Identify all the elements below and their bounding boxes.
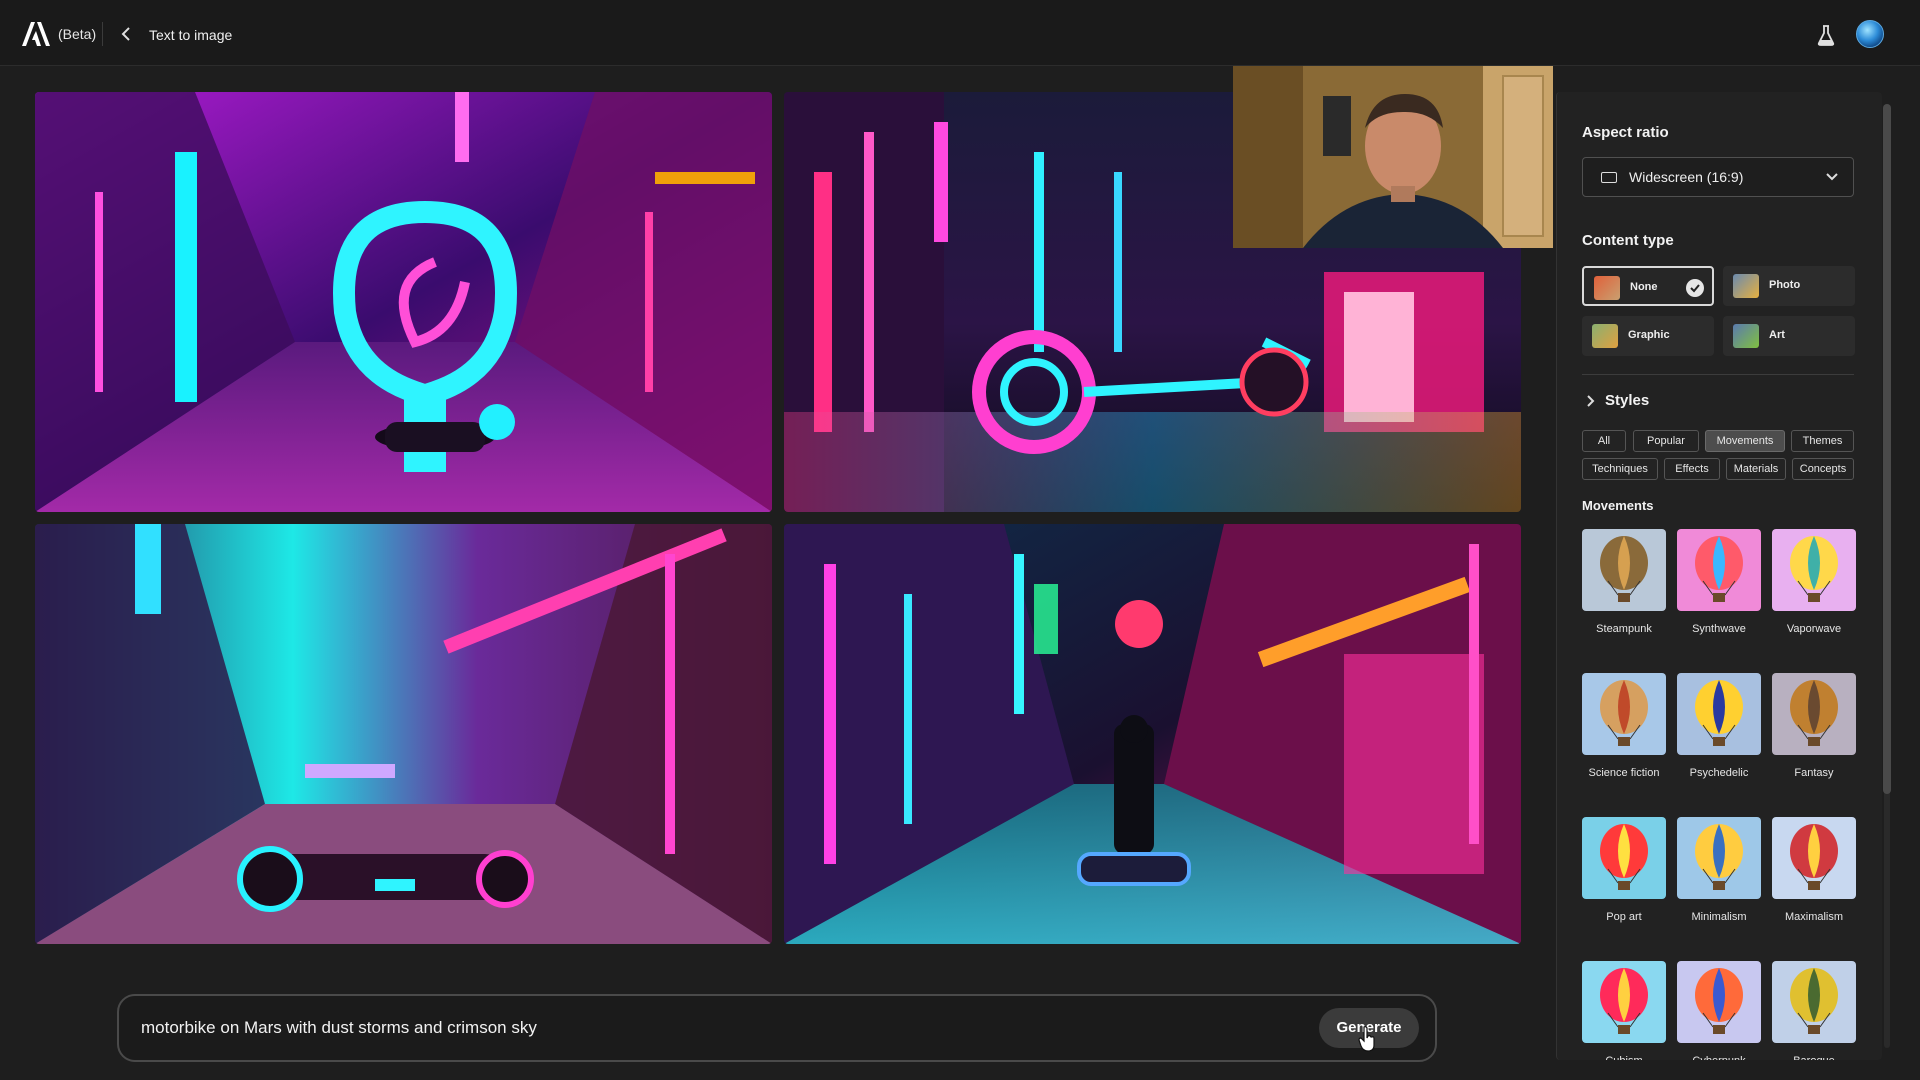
tab-materials[interactable]: Materials xyxy=(1726,458,1786,480)
balloon-thumb-icon xyxy=(1733,324,1759,348)
chevron-right-icon[interactable] xyxy=(1585,394,1595,408)
content-type-art[interactable]: Art xyxy=(1723,316,1855,356)
content-type-label: None xyxy=(1630,281,1658,293)
webcam-overlay xyxy=(1233,66,1553,248)
content-type-graphic[interactable]: Graphic xyxy=(1582,316,1714,356)
hot-air-balloon-icon xyxy=(1582,817,1666,899)
beta-label: (Beta) xyxy=(58,26,97,42)
movement-psychedelic[interactable]: Psychedelic xyxy=(1677,673,1761,779)
balloon-thumb-icon xyxy=(1592,324,1618,348)
movement-science-fiction[interactable]: Science fiction xyxy=(1582,673,1666,779)
hot-air-balloon-icon xyxy=(1677,673,1761,755)
hot-air-balloon-icon xyxy=(1677,817,1761,899)
prompt-bar: motorbike on Mars with dust storms and c… xyxy=(117,994,1437,1062)
content-type-title: Content type xyxy=(1582,232,1674,249)
movement-synthwave[interactable]: Synthwave xyxy=(1677,529,1761,635)
tab-all[interactable]: All xyxy=(1582,430,1626,452)
divider xyxy=(1582,374,1854,375)
content-type-label: Photo xyxy=(1769,279,1801,291)
balloon-thumb-icon xyxy=(1733,274,1759,298)
back-chevron-icon[interactable] xyxy=(116,22,136,46)
movement-baroque[interactable]: Baroque xyxy=(1772,961,1856,1060)
movement-label: Baroque xyxy=(1772,1055,1856,1060)
movement-maximalism[interactable]: Maximalism xyxy=(1772,817,1856,923)
widescreen-icon xyxy=(1601,172,1617,183)
movement-label: Cyberpunk xyxy=(1677,1055,1761,1060)
generated-image-3[interactable] xyxy=(35,524,772,944)
movement-minimalism[interactable]: Minimalism xyxy=(1677,817,1761,923)
movement-label: Fantasy xyxy=(1794,767,1834,779)
tab-effects[interactable]: Effects xyxy=(1664,458,1720,480)
movement-label: Vaporwave xyxy=(1786,623,1842,635)
hot-air-balloon-icon xyxy=(1772,673,1856,755)
generated-image-4[interactable] xyxy=(784,524,1521,944)
hot-air-balloon-icon xyxy=(1772,817,1856,899)
content-type-label: Graphic xyxy=(1628,329,1670,341)
movements-title: Movements xyxy=(1582,498,1654,513)
balloon-thumb-icon xyxy=(1594,276,1620,300)
generated-image-1[interactable] xyxy=(35,92,772,512)
hot-air-balloon-icon xyxy=(1677,961,1761,1043)
movement-label: Synthwave xyxy=(1692,623,1746,635)
aspect-ratio-title: Aspect ratio xyxy=(1582,124,1669,141)
prompt-input[interactable]: motorbike on Mars with dust storms and c… xyxy=(141,1018,1241,1038)
movement-label: Science fiction xyxy=(1588,767,1660,779)
movement-fantasy[interactable]: Fantasy xyxy=(1772,673,1856,779)
movement-label: Pop art xyxy=(1606,911,1642,923)
aspect-ratio-value: Widescreen (16:9) xyxy=(1629,169,1744,185)
content-type-label: Art xyxy=(1769,329,1785,341)
tab-themes[interactable]: Themes xyxy=(1791,430,1854,452)
tab-techniques[interactable]: Techniques xyxy=(1582,458,1658,480)
settings-panel: Aspect ratio Widescreen (16:9) Content t… xyxy=(1556,92,1882,1060)
movement-vaporwave[interactable]: Vaporwave xyxy=(1772,529,1856,635)
hot-air-balloon-icon xyxy=(1582,961,1666,1043)
flask-icon[interactable] xyxy=(1816,24,1836,46)
movement-label: Steampunk xyxy=(1596,623,1652,635)
movement-steampunk[interactable]: Steampunk xyxy=(1582,529,1666,635)
hot-air-balloon-icon xyxy=(1772,961,1856,1043)
hot-air-balloon-icon xyxy=(1582,673,1666,755)
hot-air-balloon-icon xyxy=(1582,529,1666,611)
content-type-none[interactable]: None xyxy=(1582,266,1714,306)
aspect-ratio-dropdown[interactable]: Widescreen (16:9) xyxy=(1582,157,1854,197)
movement-label: Cubism xyxy=(1582,1055,1666,1060)
tab-concepts[interactable]: Concepts xyxy=(1792,458,1854,480)
movement-cyberpunk[interactable]: Cyberpunk xyxy=(1677,961,1761,1060)
breadcrumb-title: Text to image xyxy=(149,27,233,43)
checkmark-icon xyxy=(1686,279,1704,297)
scroll-thumb[interactable] xyxy=(1883,104,1891,794)
user-avatar[interactable] xyxy=(1856,20,1884,48)
content-type-photo[interactable]: Photo xyxy=(1723,266,1855,306)
hot-air-balloon-icon xyxy=(1772,529,1856,611)
adobe-logo-icon[interactable] xyxy=(22,22,50,46)
top-bar: (Beta) Text to image xyxy=(0,0,1920,66)
hot-air-balloon-icon xyxy=(1677,529,1761,611)
movement-label: Psychedelic xyxy=(1689,767,1749,779)
tab-movements[interactable]: Movements xyxy=(1705,430,1785,452)
movement-label: Minimalism xyxy=(1691,911,1747,923)
panel-scrollbar[interactable] xyxy=(1880,92,1894,1060)
chevron-down-icon xyxy=(1826,173,1838,181)
movement-label: Maximalism xyxy=(1784,911,1844,923)
header-divider xyxy=(102,22,103,46)
tab-popular[interactable]: Popular xyxy=(1633,430,1699,452)
mouse-pointer-icon xyxy=(1358,1026,1375,1052)
movement-pop-art[interactable]: Pop art xyxy=(1582,817,1666,923)
styles-title[interactable]: Styles xyxy=(1605,392,1649,409)
movement-cubism[interactable]: Cubism xyxy=(1582,961,1666,1060)
